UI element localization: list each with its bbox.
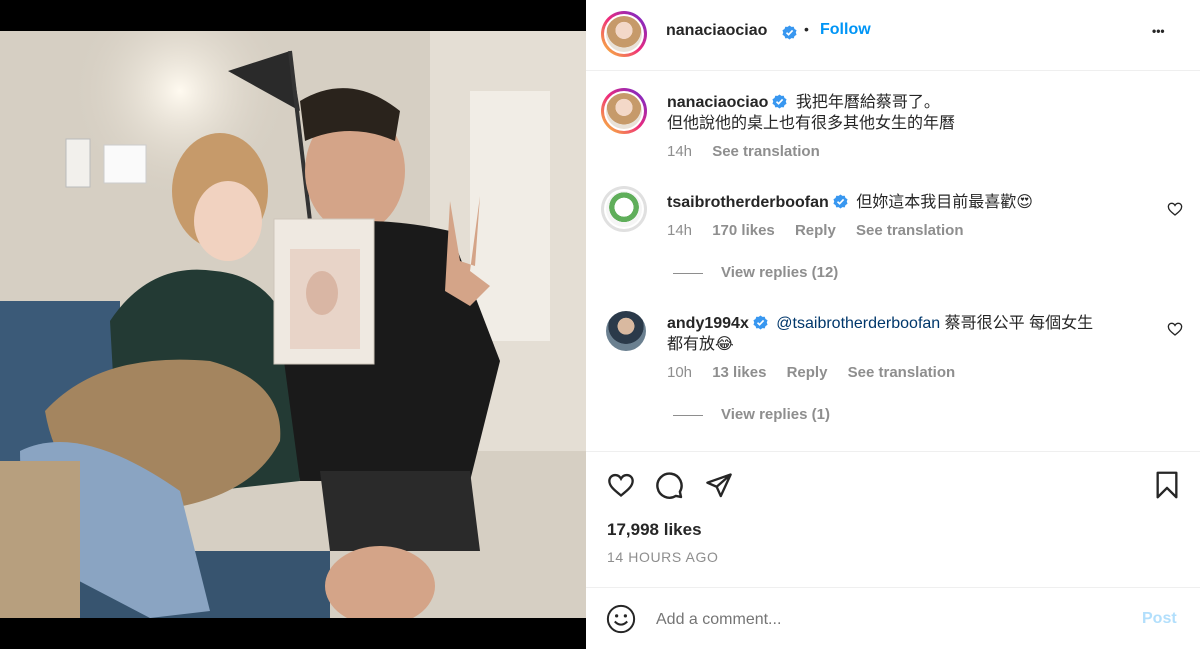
comment-input[interactable]: [654, 606, 1098, 634]
likes-count[interactable]: 17,998 likes: [607, 520, 702, 540]
bookmark-icon[interactable]: [1155, 471, 1179, 499]
comment-like-heart-icon[interactable]: [1167, 321, 1183, 337]
comment-likes[interactable]: 170 likes: [712, 222, 775, 239]
heart-icon[interactable]: [606, 471, 636, 499]
post-header: nanaciaociao • Follow •••: [586, 0, 1200, 71]
replies-divider: [673, 414, 703, 416]
comment-like-heart-icon[interactable]: [1167, 201, 1183, 217]
comment-text: 蔡哥很公平 每個女生: [940, 315, 1094, 332]
follow-button[interactable]: Follow: [820, 21, 871, 39]
post-timestamp[interactable]: 14 HOURS AGO: [607, 549, 718, 565]
caption-line-2: 但他說他的桌上也有很多其他女生的年曆: [667, 115, 956, 132]
header-separator: •: [804, 21, 809, 37]
post-comment-button[interactable]: Post: [1142, 610, 1177, 628]
comment-2-meta: 10h 13 likes Reply See translation: [667, 364, 971, 381]
caption-username[interactable]: nanaciaociao: [667, 94, 768, 111]
caption-time[interactable]: 14h: [667, 143, 692, 160]
verified-badge-icon: [782, 25, 797, 40]
post-media-pane: [0, 0, 586, 649]
comment-username[interactable]: tsaibrotherderboofan: [667, 194, 829, 211]
comment-mention-link[interactable]: @tsaibrotherderboofan: [776, 315, 940, 332]
comment-text-continued: 都有放😂: [667, 336, 734, 353]
caption: nanaciaociao 我把年曆給蔡哥了。 但他說他的桌上也有很多其他女生的年…: [667, 92, 1187, 134]
verified-badge-icon: [753, 315, 768, 330]
divider: [586, 451, 1200, 452]
post-photo[interactable]: [0, 31, 586, 618]
view-replies-label: View replies (12): [721, 264, 839, 281]
view-replies-button[interactable]: View replies (12): [673, 264, 838, 281]
photo-illustration: [0, 31, 586, 618]
author-avatar[interactable]: [601, 11, 647, 57]
author-username[interactable]: nanaciaociao: [666, 22, 767, 40]
replies-divider: [673, 272, 703, 274]
comment-see-translation[interactable]: See translation: [856, 222, 964, 239]
post-details-panel: nanaciaociao • Follow ••• nanaciaociao 我…: [586, 0, 1200, 649]
comment-time[interactable]: 14h: [667, 222, 692, 239]
emoji-icon[interactable]: [606, 604, 636, 634]
share-icon[interactable]: [705, 471, 733, 499]
comment-time[interactable]: 10h: [667, 364, 692, 381]
comment-avatar[interactable]: [606, 311, 646, 351]
caption-meta: 14h See translation: [667, 143, 836, 160]
comment-avatar[interactable]: [601, 186, 647, 232]
more-options-button[interactable]: •••: [1152, 24, 1165, 38]
comment-likes[interactable]: 13 likes: [712, 364, 766, 381]
comment-1-meta: 14h 170 likes Reply See translation: [667, 222, 980, 239]
caption-see-translation[interactable]: See translation: [712, 143, 820, 160]
verified-badge-icon: [833, 194, 848, 209]
comment-reply-button[interactable]: Reply: [795, 222, 836, 239]
view-replies-label: View replies (1): [721, 406, 830, 423]
comment-reply-button[interactable]: Reply: [787, 364, 828, 381]
verified-badge-icon: [772, 94, 787, 109]
comment-icon[interactable]: [655, 471, 684, 500]
comment-1: tsaibrotherderboofan 但妳這本我目前最喜歡😍: [667, 192, 1167, 213]
divider: [586, 587, 1200, 588]
comment-2: andy1994x @tsaibrotherderboofan 蔡哥很公平 每個…: [667, 313, 1157, 355]
comment-username[interactable]: andy1994x: [667, 315, 749, 332]
comment-see-translation[interactable]: See translation: [848, 364, 956, 381]
comment-text: 但妳這本我目前最喜歡😍: [856, 194, 1033, 211]
caption-avatar[interactable]: [601, 88, 647, 134]
caption-line-1: 我把年曆給蔡哥了。: [795, 94, 940, 111]
view-replies-button[interactable]: View replies (1): [673, 406, 830, 423]
